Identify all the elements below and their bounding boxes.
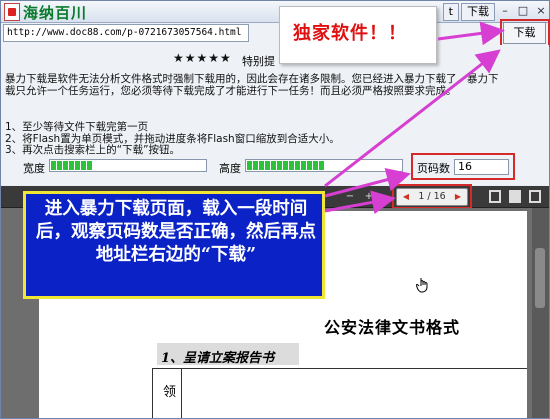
- scrollbar-thumb[interactable]: [535, 248, 545, 308]
- width-progress-fill: [51, 161, 92, 170]
- download-button-highlight: [500, 19, 550, 47]
- app-title: 海纳百川: [23, 4, 88, 22]
- height-progress-bar[interactable]: [245, 159, 403, 172]
- pdf-app-icon: [4, 3, 20, 21]
- pages-highlight: [411, 153, 515, 180]
- minimize-icon[interactable]: –: [497, 4, 513, 20]
- toolbar-partial-button[interactable]: t: [442, 3, 459, 21]
- document-title: 公安法律文书格式: [324, 318, 461, 337]
- width-progress-bar[interactable]: [49, 159, 207, 172]
- document-heading: 1、呈请立案报告书: [161, 351, 275, 366]
- height-progress-fill: [247, 161, 325, 170]
- address-row: http://www.doc88.com/p-0721673057564.htm…: [1, 23, 549, 45]
- width-label: 宽度: [23, 162, 45, 175]
- app-window: 海纳百川 t 下载 – □ × http://www.doc88.com/p-0…: [0, 0, 550, 419]
- rating-stars: ★★★★★: [173, 51, 232, 65]
- table-column-divider: [181, 369, 182, 418]
- document-scrollbar[interactable]: [532, 208, 549, 418]
- height-label: 高度: [219, 162, 241, 175]
- single-page-view-icon[interactable]: [489, 190, 501, 203]
- title-bar: 海纳百川 t 下载 – □ ×: [1, 1, 549, 23]
- table-cell: 领: [163, 385, 177, 400]
- forced-download-note: 暴力下载是软件无法分析文件格式时强制下载用的，因此会存在诸多限制。您已经进入暴力…: [5, 73, 499, 97]
- exclusive-software-text: 独家软件！！: [293, 23, 407, 44]
- restore-icon[interactable]: □: [515, 4, 531, 20]
- url-input[interactable]: http://www.doc88.com/p-0721673057564.htm…: [3, 24, 249, 42]
- fullscreen-view-icon[interactable]: [529, 190, 541, 203]
- steps-list: 1、至少等待文件下载完第一页 2、将Flash置为单页模式，并拖动进度条将Fla…: [5, 121, 505, 157]
- prompt-text: 特别提: [242, 55, 275, 68]
- hand-cursor-icon: [416, 278, 428, 293]
- page-navigator-highlight: [392, 184, 472, 209]
- document-table: [152, 368, 527, 418]
- step-item: 1、至少等待文件下载完第一页: [5, 121, 149, 133]
- download-tab-button[interactable]: 下载: [461, 3, 495, 21]
- zoom-in-button[interactable]: +: [363, 190, 375, 204]
- zoom-out-button[interactable]: −: [344, 190, 356, 204]
- instruction-callout-text: 进入暴力下载页面，载入一段时间后，观察页码数是否正确，然后再点地址栏右边的“下载…: [36, 199, 316, 265]
- fit-page-view-icon[interactable]: [509, 190, 521, 203]
- close-icon[interactable]: ×: [533, 4, 549, 20]
